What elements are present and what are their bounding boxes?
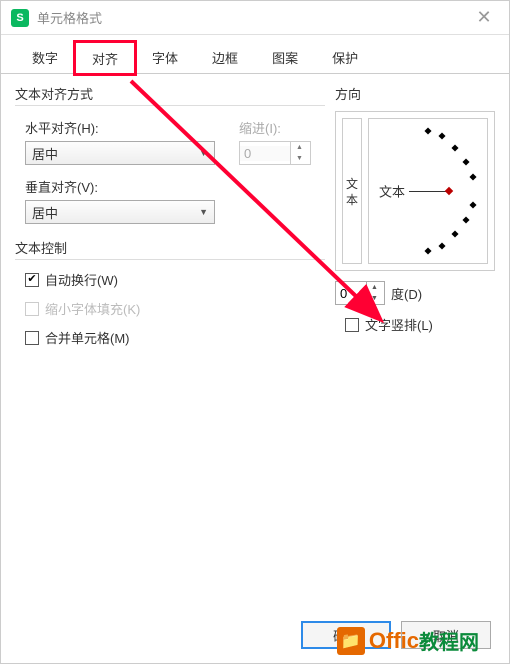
degree-label: 度(D) [391,284,422,303]
shrink-checkbox [25,302,39,316]
v-align-label: 垂直对齐(V): [25,177,325,196]
h-align-value: 居中 [32,144,58,163]
wrap-checkbox-row[interactable]: 自动换行(W) [25,270,325,289]
vertical-text-checkbox[interactable] [345,318,359,332]
degree-input[interactable] [336,282,366,304]
close-button[interactable]: ✕ [469,3,499,33]
tab-alignment[interactable]: 对齐 [75,42,135,74]
chevron-down-icon: ▼ [199,148,208,158]
titlebar: 单元格格式 ✕ [1,1,509,35]
orientation-legend: 方向 [335,84,495,105]
tab-protection[interactable]: 保护 [315,41,375,73]
tab-bar: 数字 对齐 字体 边框 图案 保护 [1,35,509,74]
dial-label: 文本 [379,182,405,201]
tab-number[interactable]: 数字 [15,41,75,73]
ok-button[interactable]: 确定 [301,621,391,649]
tab-font[interactable]: 字体 [135,41,195,73]
degree-up[interactable]: ▲ [367,282,382,293]
dialog-buttons: 确定 取消 [301,621,491,649]
h-align-select[interactable]: 居中 ▼ [25,141,215,165]
cancel-button[interactable]: 取消 [401,621,491,649]
text-alignment-group: 文本对齐方式 水平对齐(H): 居中 ▼ 缩进(I): [15,84,325,224]
indent-input[interactable] [240,146,290,161]
v-align-select[interactable]: 居中 ▼ [25,200,215,224]
vertical-text-label: 文字竖排(L) [365,315,433,334]
orientation-box: 文 本 文本 [335,111,495,271]
text-control-group: 文本控制 自动换行(W) 缩小字体填充(K) 合并单元格(M) [15,238,325,347]
tab-border[interactable]: 边框 [195,41,255,73]
wrap-label: 自动换行(W) [45,270,118,289]
control-legend: 文本控制 [15,238,325,260]
orientation-vertical-sample[interactable]: 文 本 [342,118,362,264]
chevron-down-icon: ▼ [199,207,208,217]
degree-down[interactable]: ▼ [367,293,382,304]
merge-label: 合并单元格(M) [45,328,130,347]
indent-down[interactable]: ▼ [291,153,308,164]
vertical-text-row[interactable]: 文字竖排(L) [345,315,495,334]
v-align-value: 居中 [32,203,58,222]
dialog-title: 单元格格式 [37,8,102,27]
dial-end-marker [445,187,453,195]
tab-pattern[interactable]: 图案 [255,41,315,73]
shrink-checkbox-row: 缩小字体填充(K) [25,299,325,318]
cell-format-dialog: 单元格格式 ✕ 数字 对齐 字体 边框 图案 保护 文本对齐方式 水平对齐(H)… [0,0,510,664]
merge-checkbox-row[interactable]: 合并单元格(M) [25,328,325,347]
h-align-label: 水平对齐(H): [25,118,215,137]
wrap-checkbox[interactable] [25,273,39,287]
orientation-dial[interactable]: 文本 [368,118,488,264]
app-icon [11,9,29,27]
degree-row: ▲ ▼ 度(D) [335,281,495,305]
indent-label: 缩进(I): [239,118,311,137]
left-column: 文本对齐方式 水平对齐(H): 居中 ▼ 缩进(I): [15,84,335,361]
shrink-label: 缩小字体填充(K) [45,299,140,318]
right-column: 方向 文 本 文本 [335,84,495,361]
degree-spinner[interactable]: ▲ ▼ [335,281,385,305]
alignment-legend: 文本对齐方式 [15,84,325,106]
indent-spinner[interactable]: ▲ ▼ [239,141,311,165]
indent-up[interactable]: ▲ [291,142,308,153]
merge-checkbox[interactable] [25,331,39,345]
dialog-body: 文本对齐方式 水平对齐(H): 居中 ▼ 缩进(I): [1,74,509,371]
